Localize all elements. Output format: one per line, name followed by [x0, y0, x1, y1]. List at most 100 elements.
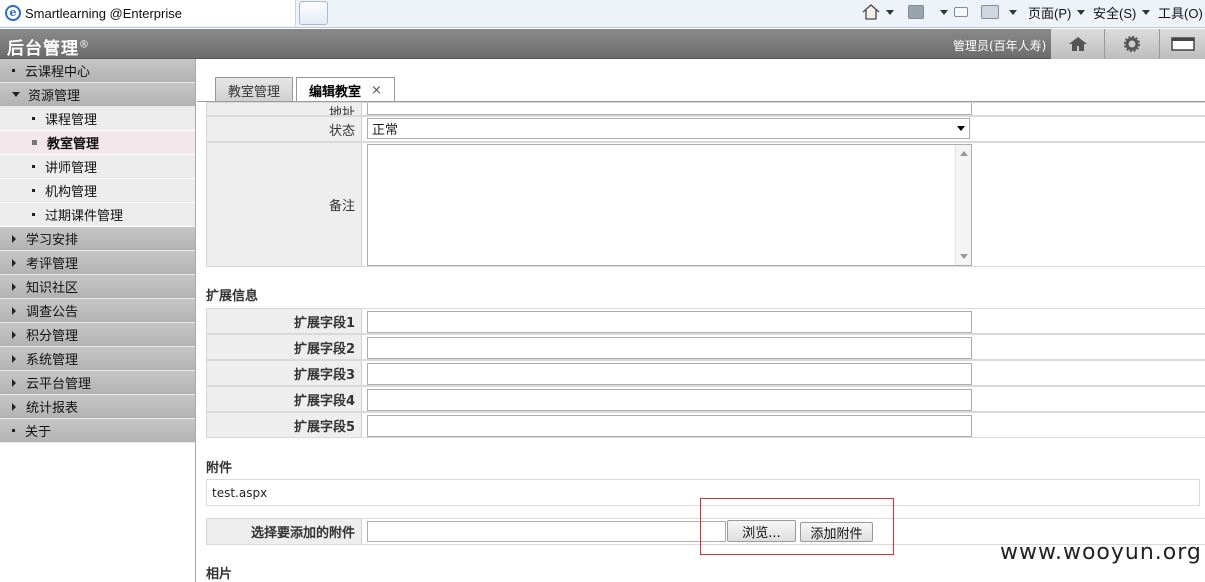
sidebar-item-label: 讲师管理	[45, 161, 98, 176]
header-buttons	[1051, 29, 1205, 59]
attach-section-title: 附件	[206, 461, 233, 476]
settings-button[interactable]	[1105, 29, 1160, 59]
sidebar-item-reports[interactable]: 统计报表	[0, 395, 195, 419]
ext-field-label: 扩展字段1	[207, 309, 362, 333]
sidebar-item-organizations[interactable]: 机构管理	[0, 179, 195, 203]
sidebar-item-evaluation[interactable]: 考评管理	[0, 251, 195, 275]
home-icon	[862, 4, 880, 20]
address-row: 地址	[206, 102, 1205, 116]
select-attachment-label: 选择要添加的附件	[207, 519, 362, 544]
ext-field-input[interactable]	[367, 363, 972, 385]
address-label-text: 地址	[328, 106, 355, 116]
sidebar-item-system[interactable]: 系统管理	[0, 347, 195, 371]
ext-field-row: 扩展字段4	[206, 386, 1205, 412]
sidebar-item-cloud-platform[interactable]: 云平台管理	[0, 371, 195, 395]
tools-menu[interactable]: 工具(O)	[1158, 0, 1203, 24]
scroll-up-icon[interactable]	[960, 151, 968, 156]
file-path-input[interactable]	[367, 521, 726, 542]
chevron-down-icon	[12, 92, 20, 97]
sidebar-item-label: 考评管理	[26, 257, 79, 272]
feeds-button[interactable]	[908, 0, 948, 24]
ext-field-row: 扩展字段1	[206, 308, 1205, 334]
print-button[interactable]	[981, 0, 1017, 24]
attachment-file-link[interactable]: test.aspx	[212, 486, 267, 500]
sidebar-item-label: 调查公告	[26, 305, 79, 320]
status-select[interactable]: 正常	[367, 118, 970, 139]
sidebar-item-points[interactable]: 积分管理	[0, 323, 195, 347]
ext-field-label: 扩展字段2	[207, 335, 362, 359]
home-nav-button[interactable]	[1051, 29, 1105, 59]
new-tab-button[interactable]	[299, 1, 328, 25]
ext-field-input[interactable]	[367, 337, 972, 359]
sidebar-item-about[interactable]: 关于	[0, 419, 195, 443]
chevron-down-icon	[886, 9, 894, 15]
chevron-right-icon	[12, 306, 16, 315]
browser-tab-title: Smartlearning @Enterprise	[25, 5, 182, 21]
sidebar-item-label: 过期课件管理	[45, 209, 124, 224]
main-content: 教室管理 编辑教室 × 地址 状态 正常 备注 扩展信息 扩展字段1 扩展字段2	[197, 59, 1205, 582]
gear-icon	[1124, 36, 1140, 52]
chevron-right-icon	[12, 354, 16, 363]
chevron-right-icon	[12, 258, 16, 267]
page-menu[interactable]: 页面(P)	[1028, 0, 1086, 24]
sidebar-item-label: 积分管理	[26, 329, 79, 344]
sidebar-item-label: 学习安排	[26, 233, 79, 248]
sidebar-item-label: 知识社区	[26, 281, 79, 296]
chevron-down-icon	[1009, 9, 1017, 15]
sidebar-item-survey[interactable]: 调查公告	[0, 299, 195, 323]
ext-field-row: 扩展字段2	[206, 334, 1205, 360]
app-header: 后台管理® 管理员(百年人寿)	[0, 29, 1205, 59]
sidebar-item-cloud-course[interactable]: 云课程中心	[0, 59, 195, 83]
registered-mark: ®	[79, 39, 90, 51]
tab-label: 编辑教室	[309, 85, 362, 100]
close-icon[interactable]: ×	[371, 83, 382, 98]
ext-field-input[interactable]	[367, 415, 972, 437]
tab-edit-classroom[interactable]: 编辑教室 ×	[296, 77, 395, 103]
sidebar-item-label: 机构管理	[45, 185, 98, 200]
admin-label: 管理员(百年人寿)	[953, 39, 1047, 53]
ext-field-input[interactable]	[367, 311, 972, 333]
tab-classroom-management[interactable]: 教室管理	[215, 77, 294, 102]
highlight-box	[700, 498, 894, 555]
home-icon	[1068, 37, 1087, 51]
printer-icon	[981, 5, 999, 19]
address-input[interactable]	[367, 103, 972, 115]
safety-menu[interactable]: 安全(S)	[1093, 0, 1151, 24]
sidebar-item-expired-courseware[interactable]: 过期课件管理	[0, 203, 195, 227]
sidebar-item-community[interactable]: 知识社区	[0, 275, 195, 299]
sidebar-item-lecturers[interactable]: 讲师管理	[0, 155, 195, 179]
photo-section-title: 相片	[206, 567, 233, 582]
scrollbar[interactable]	[955, 145, 971, 265]
chevron-down-icon	[1142, 9, 1151, 15]
sidebar-item-label: 关于	[25, 425, 52, 440]
ext-section-title: 扩展信息	[206, 289, 259, 304]
window-button[interactable]	[1160, 29, 1205, 59]
remark-label: 备注	[207, 143, 362, 266]
remark-textarea[interactable]	[367, 144, 972, 266]
ext-field-label: 扩展字段5	[207, 413, 362, 437]
ext-field-row: 扩展字段3	[206, 360, 1205, 386]
remark-row: 备注	[206, 142, 1205, 267]
safety-menu-label: 安全(S)	[1093, 5, 1137, 21]
sidebar-item-courses[interactable]: 课程管理	[0, 107, 195, 131]
bullet-icon	[32, 213, 35, 216]
chevron-down-icon	[940, 9, 948, 15]
ext-field-input[interactable]	[367, 389, 972, 411]
sidebar-item-classrooms[interactable]: 教室管理	[0, 131, 195, 155]
address-label: 地址	[207, 103, 362, 115]
status-select-value: 正常	[372, 123, 399, 138]
sidebar-item-label: 系统管理	[26, 353, 79, 368]
browser-tab[interactable]: e Smartlearning @Enterprise	[0, 0, 296, 26]
app-title: 后台管理®	[7, 34, 90, 59]
browser-tab-bar: e Smartlearning @Enterprise 页面(P) 安全(S) …	[0, 0, 1205, 28]
status-label: 状态	[207, 117, 362, 141]
sidebar-item-label: 教室管理	[47, 137, 100, 152]
home-button[interactable]	[862, 0, 894, 24]
sidebar-item-label: 课程管理	[45, 113, 98, 128]
scroll-down-icon[interactable]	[960, 254, 968, 259]
mail-button[interactable]	[954, 0, 968, 24]
sidebar-item-study-plan[interactable]: 学习安排	[0, 227, 195, 251]
ext-field-row: 扩展字段5	[206, 412, 1205, 438]
sidebar-item-resources[interactable]: 资源管理	[0, 83, 195, 107]
page-menu-label: 页面(P)	[1028, 5, 1072, 21]
